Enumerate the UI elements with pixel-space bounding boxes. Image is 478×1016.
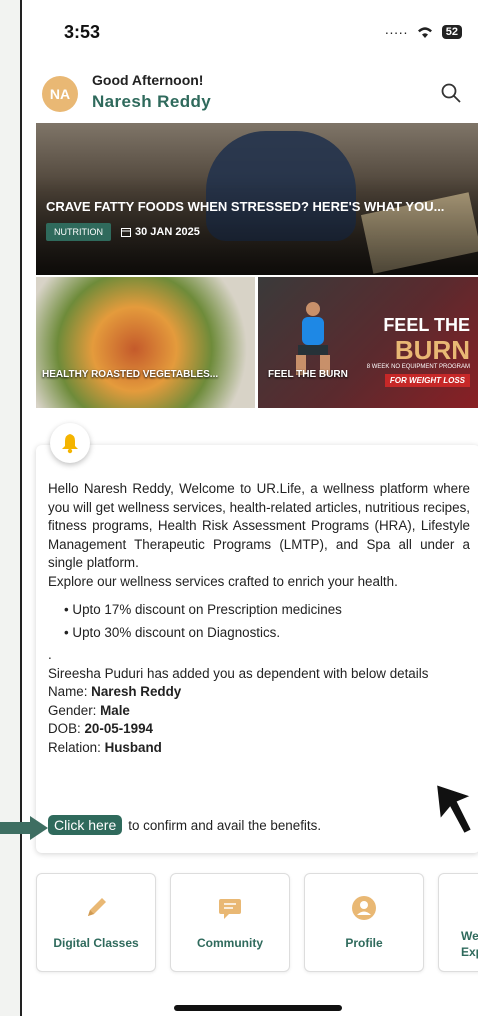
dependent-details: Name: Naresh Reddy Gender: Male DOB: 20-… — [48, 683, 470, 757]
avatar[interactable]: NA — [42, 76, 78, 112]
pencil-icon — [88, 898, 106, 916]
status-bar: 3:53 ····· 52 — [22, 0, 478, 64]
burn-overlay: FEEL THE BURN 8 WEEK NO EQUIPMENT PROGRA… — [367, 315, 470, 388]
home-indicator — [174, 1005, 342, 1011]
welcome-notification-card: Hello Naresh Reddy, Welcome to UR.Life, … — [36, 445, 478, 853]
app-header: NA Good Afternoon! Naresh Reddy — [22, 64, 478, 120]
detail-row: Gender: Male — [48, 702, 130, 718]
detail-row: Relation: Husband — [48, 739, 162, 755]
burn-overlay-badge: FOR WEIGHT LOSS — [384, 374, 470, 387]
signal-dots-icon: ····· — [384, 24, 408, 40]
article-tile-feel-the-burn[interactable]: FEEL THE BURN 8 WEEK NO EQUIPMENT PROGRA… — [258, 277, 478, 408]
user-icon — [352, 896, 376, 920]
separator-dot: . — [48, 647, 52, 662]
status-time: 3:53 — [64, 22, 101, 42]
benefits-list: • Upto 17% discount on Prescription medi… — [64, 601, 470, 642]
list-item: • Upto 30% discount on Diagnostics. — [64, 624, 281, 640]
category-tag: NUTRITION — [46, 223, 111, 241]
explore-text: Explore our wellness services crafted to… — [48, 573, 398, 589]
hero-meta: NUTRITION 30 JAN 2025 — [46, 223, 200, 241]
quick-link-label: Community — [197, 936, 263, 950]
user-name: Naresh Reddy — [92, 92, 212, 111]
cta-row: Click here to confirm and avail the bene… — [48, 815, 321, 835]
search-icon[interactable] — [440, 82, 462, 104]
tile-label: FEEL THE BURN — [268, 369, 348, 380]
battery-icon: 52 — [441, 25, 462, 39]
intro-text: Hello Naresh Reddy, Welcome to UR.Life, … — [48, 481, 470, 570]
calendar-icon — [121, 228, 131, 237]
quick-link-digital-classes[interactable]: Digital Classes — [36, 873, 156, 972]
burn-overlay-sub: 8 WEEK NO EQUIPMENT PROGRAM — [366, 364, 470, 370]
quick-link-label: Profile — [345, 936, 383, 950]
quick-link-label: Digital Classes — [53, 936, 139, 950]
burn-overlay-top: FEEL THE — [383, 315, 470, 335]
pointer-arrow-icon — [0, 816, 48, 840]
burn-overlay-main: BURN — [394, 335, 470, 365]
article-tile-roasted-vegetables[interactable]: HEALTHY ROASTED VEGETABLES... — [36, 277, 255, 408]
chat-icon — [219, 899, 241, 919]
status-icons: ····· 52 — [384, 24, 462, 40]
detail-row: Name: Naresh Reddy — [48, 684, 182, 699]
list-item: • Upto 17% discount on Prescription medi… — [64, 602, 342, 617]
quick-link-partial[interactable]: WeExp — [438, 873, 478, 972]
cta-text: to confirm and avail the benefits. — [128, 817, 322, 833]
article-date: 30 JAN 2025 — [121, 226, 200, 238]
mouse-cursor-icon — [434, 782, 475, 836]
click-here-button[interactable]: Click here — [48, 815, 123, 835]
athlete-image — [296, 302, 330, 375]
featured-article-card[interactable]: CRAVE FATTY FOODS WHEN STRESSED? HERE'S … — [36, 123, 478, 275]
tile-label: HEALTHY ROASTED VEGETABLES... — [42, 369, 219, 380]
dependent-text: Sireesha Puduri has added you as depende… — [48, 665, 429, 681]
quick-link-label: WeExp — [461, 929, 478, 959]
article-date-text: 30 JAN 2025 — [135, 226, 200, 238]
quick-link-profile[interactable]: Profile — [304, 873, 424, 972]
notification-body: Hello Naresh Reddy, Welcome to UR.Life, … — [48, 480, 470, 757]
greeting-text: Good Afternoon! — [92, 72, 204, 88]
wifi-icon — [417, 27, 432, 38]
detail-row: DOB: 20-05-1994 — [48, 721, 153, 736]
bell-icon — [62, 434, 78, 454]
notification-bell — [50, 423, 90, 463]
phone-screen: 3:53 ····· 52 NA Good Afternoon! Naresh … — [20, 0, 478, 1016]
hero-title: CRAVE FATTY FOODS WHEN STRESSED? HERE'S … — [46, 199, 445, 214]
quick-link-community[interactable]: Community — [170, 873, 290, 972]
